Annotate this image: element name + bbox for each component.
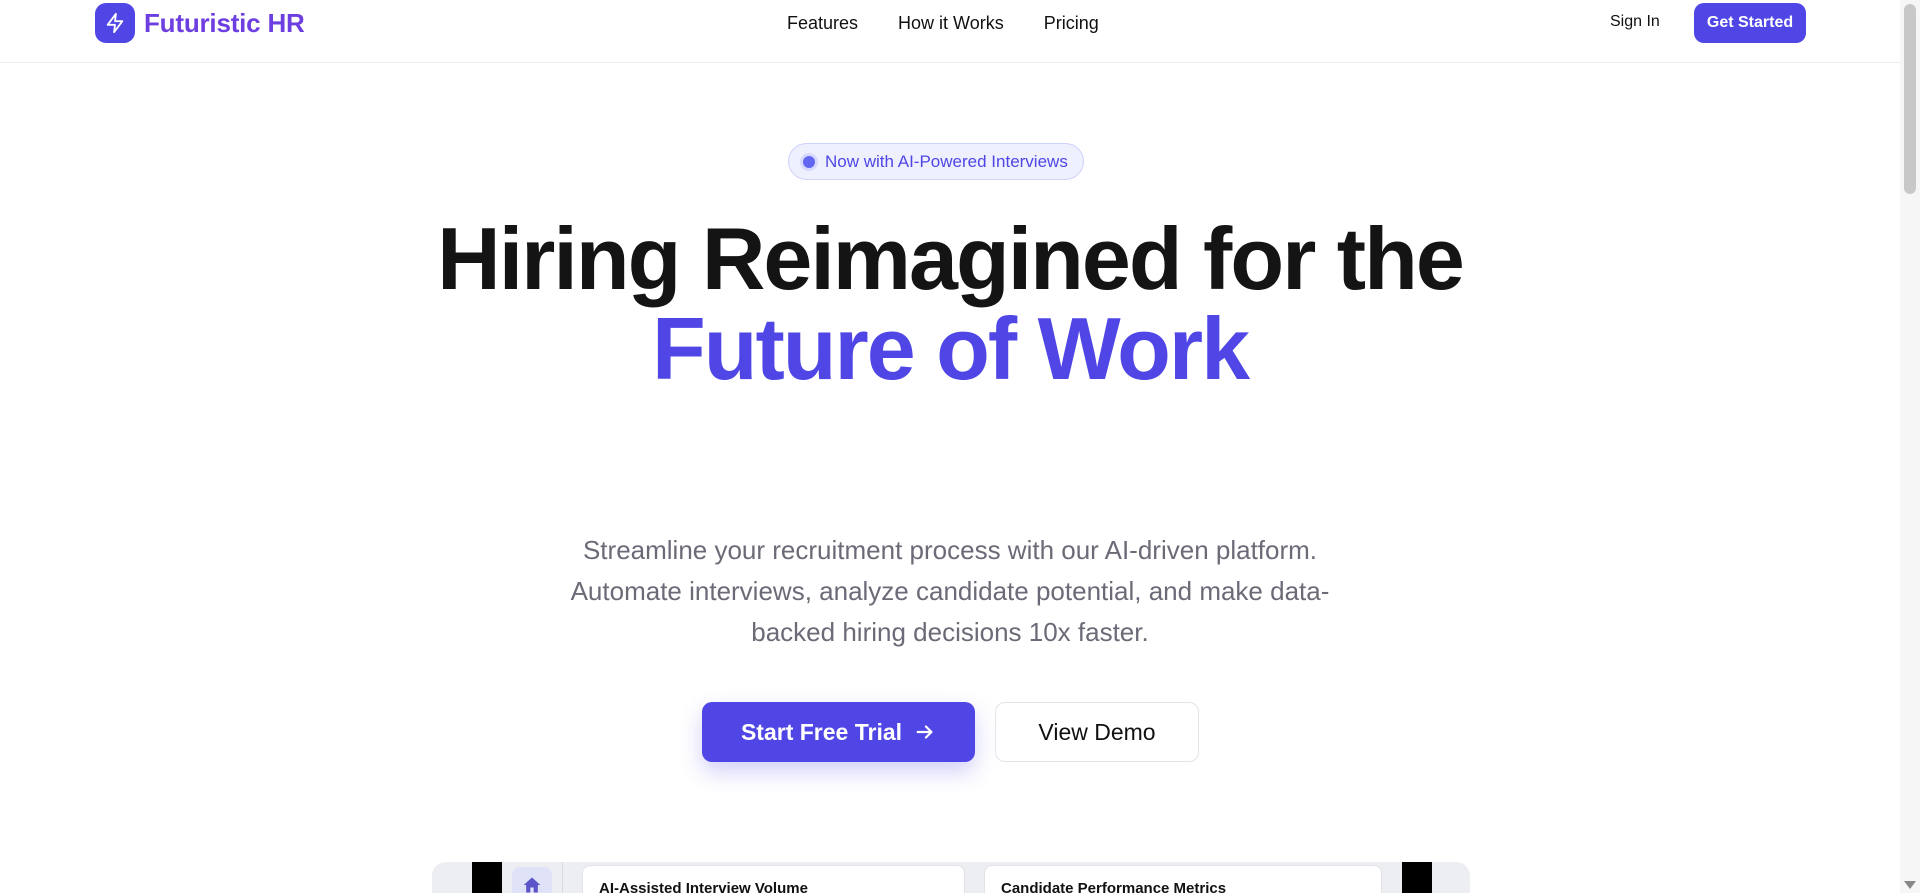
scrollbar-thumb[interactable] bbox=[1904, 4, 1916, 194]
badge-text: Now with AI-Powered Interviews bbox=[825, 151, 1068, 171]
nav-link-how-it-works[interactable]: How it Works bbox=[898, 13, 1004, 34]
get-started-button[interactable]: Get Started bbox=[1694, 3, 1806, 43]
sign-in-link[interactable]: Sign In bbox=[1610, 13, 1660, 31]
dashboard-preview: AI-Assisted Interview Volume Candidate P… bbox=[432, 862, 1470, 893]
hero-title-line: Hiring Reimagined for the bbox=[437, 209, 1465, 308]
view-demo-button[interactable]: View Demo bbox=[995, 702, 1199, 762]
brand-name: Futuristic HR bbox=[144, 7, 305, 38]
arrow-right-icon bbox=[916, 725, 933, 739]
preview-divider bbox=[562, 862, 563, 893]
home-icon bbox=[512, 867, 552, 893]
lightning-bolt-icon bbox=[95, 3, 135, 43]
badge-dot-icon bbox=[803, 155, 815, 168]
start-free-trial-label: Start Free Trial bbox=[740, 718, 903, 745]
top-navbar: Futuristic HR Features How it Works Pric… bbox=[0, 0, 1900, 63]
nav-link-pricing[interactable]: Pricing bbox=[1044, 13, 1099, 34]
nav-links: Features How it Works Pricing bbox=[787, 13, 1099, 34]
nav-link-features[interactable]: Features bbox=[787, 13, 858, 34]
card-performance-metrics: Candidate Performance Metrics bbox=[984, 865, 1382, 893]
start-free-trial-button[interactable]: Start Free Trial bbox=[702, 702, 975, 762]
card-interview-volume: AI-Assisted Interview Volume bbox=[582, 865, 965, 893]
preview-edge-right bbox=[1402, 862, 1432, 893]
preview-edge-left bbox=[472, 862, 502, 893]
hero-title: Hiring Reimagined for the Future of Work bbox=[0, 214, 1900, 394]
hero-title-accent: Future of Work bbox=[651, 299, 1250, 398]
brand-logo[interactable]: Futuristic HR bbox=[95, 3, 305, 43]
scroll-down-arrow-icon[interactable] bbox=[1904, 881, 1916, 889]
announcement-badge: Now with AI-Powered Interviews bbox=[788, 143, 1084, 180]
hero-subtitle: Streamline your recruitment process with… bbox=[570, 535, 1330, 647]
page-scrollbar[interactable] bbox=[1900, 0, 1920, 893]
